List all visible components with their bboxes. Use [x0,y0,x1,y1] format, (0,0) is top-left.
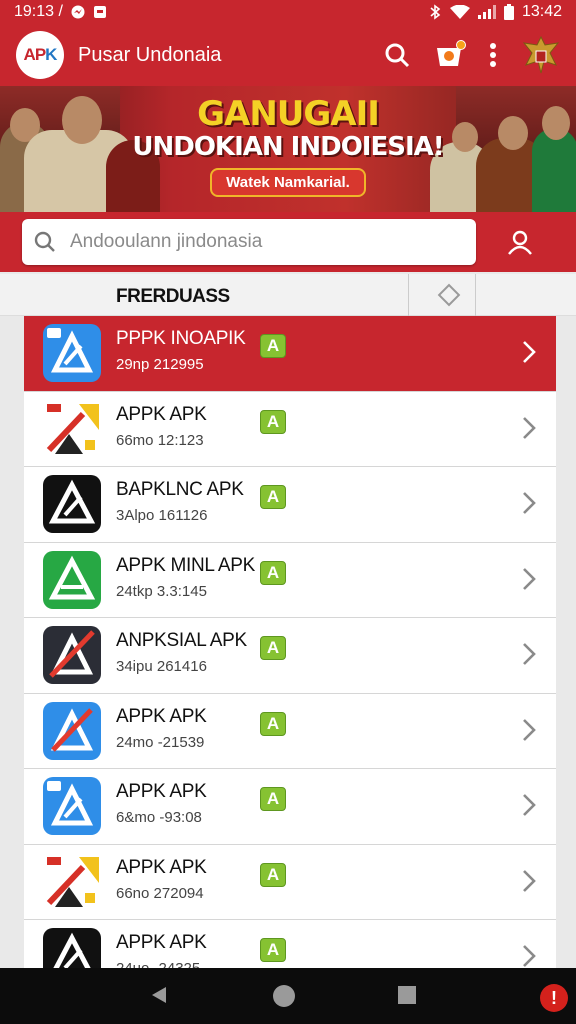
user-icon [508,230,532,255]
status-bar: 19:13 / 13:42 [0,0,576,24]
signal-icon [477,5,496,19]
app-meta: 24tkp 3.3:145 [116,582,207,600]
battery-icon [503,4,514,20]
app-list-item[interactable]: BAPKLNC APK 3Alpo 161126 A [24,467,556,543]
app-bar: AP K Pusar Undonaia [0,24,576,86]
search-icon [34,231,55,252]
app-meta: 29np 212995 [116,356,204,373]
app-meta: 24mo -21539 [116,733,205,751]
app-rating-badge: A [260,711,286,736]
app-name: APPK APK [116,403,207,425]
shopping-bag-button[interactable] [434,40,466,70]
section-header: FRERDUASS [0,274,576,316]
app-list-item[interactable]: APPK APK 66mo 12:123 A [24,391,556,467]
app-name: APPK APK [116,705,207,727]
chevron-right-icon[interactable] [518,414,540,442]
app-list-item[interactable]: APPK APK 24uo -24325 A [24,920,556,968]
app-list-item[interactable]: APPK APK 66no 272094 A [24,844,556,920]
app-list-item[interactable]: APPK MINL APK 24tkp 3.3:145 A [24,542,556,618]
garuda-emblem-icon [522,35,560,75]
chevron-right-icon[interactable] [518,489,540,517]
app-rating-badge: A [260,485,286,509]
app-meta: 66mo 12:123 [116,431,204,449]
app-rating-badge: A [260,409,286,434]
section-title: FRERDUASS [116,286,230,307]
app-icon [43,475,101,534]
app-title: Pusar Undonaia [78,43,222,66]
bluetooth-icon [428,4,442,20]
account-button[interactable] [500,224,540,260]
app-name: APPK MINL APK [116,554,256,576]
app-meta: 24uo -24325 [116,960,207,968]
app-list-item[interactable]: APPK APK 6&mo -93:08 A [24,769,556,845]
app-meta: 66no 272094 [116,884,204,902]
promo-banner[interactable]: GANUGAII UNDOKIAN INDOIESIA! Watek Namka… [0,86,576,212]
search-input[interactable] [70,231,450,253]
app-rating-badge: A [260,560,286,585]
chevron-right-icon[interactable] [518,867,540,895]
banner-subheadline: UNDOKIAN INDOIESIA! [132,132,444,162]
app-rating-badge: A [260,334,286,358]
app-logo[interactable]: AP K [16,31,64,79]
app-meta: 6&mo -93:08 [116,809,202,826]
logo-text: AP [23,45,47,64]
wifi-icon [449,5,470,19]
app-icon [43,399,101,458]
app-rating-badge: A [260,938,286,962]
search-icon [385,43,410,68]
app-name: PPPK INOAPIK [116,328,246,349]
alert-button[interactable]: ! [540,984,568,1012]
chevron-right-icon[interactable] [518,716,540,744]
section-divider [475,274,476,316]
chevron-right-icon[interactable] [518,791,540,819]
search-box[interactable] [22,219,476,265]
app-icon [43,324,101,383]
banner-cta-button[interactable]: Watek Namkarial. [210,168,366,197]
chevron-right-icon[interactable] [518,942,540,968]
status-time-left: 19:13 / [14,3,63,20]
app-icon [43,550,101,609]
app-icon [43,701,101,760]
app-name: APPK APK [116,932,207,953]
status-time-right: 13:42 [521,3,562,20]
filter-diamond-icon[interactable] [437,283,461,307]
app-rating-badge: A [260,862,286,887]
notification-icon [93,5,107,19]
app-list-item[interactable]: PPPK INOAPIK 29np 212995 A [24,316,556,392]
app-icon [43,852,101,911]
banner-headline: GANUGAII [197,94,380,134]
app-name: APPK APK [116,781,207,802]
messenger-icon [71,5,85,19]
search-bar [0,212,576,272]
app-meta: 34ipu 261416 [116,658,207,675]
app-list-item[interactable]: APPK APK 24mo -21539 A [24,693,556,769]
system-nav-bar: ! [0,968,576,1024]
app-list-item[interactable]: ANPKSIAL APK 34ipu 261416 A [24,618,556,694]
app-name: APPK APK [116,856,207,878]
chevron-right-icon[interactable] [518,565,540,593]
app-icon [43,928,101,968]
app-rating-badge: A [260,787,286,811]
app-list: PPPK INOAPIK 29np 212995 A APPK APK 66mo 12:… [24,316,556,968]
more-vert-icon [490,43,496,67]
home-button[interactable] [272,984,296,1008]
logo-text-accent: K [45,45,57,64]
back-button[interactable] [148,984,172,1008]
more-options-button[interactable] [486,40,500,70]
recents-icon [398,986,416,1004]
chevron-right-icon[interactable] [518,640,540,668]
chevron-right-icon[interactable] [518,338,540,366]
search-button[interactable] [382,40,412,70]
section-divider [408,274,409,316]
app-name: BAPKLNC APK [116,479,244,500]
back-icon [152,987,166,1003]
app-rating-badge: A [260,636,286,660]
recents-button[interactable] [396,984,420,1008]
app-name: ANPKSIAL APK [116,630,247,651]
app-icon [43,626,101,685]
app-icon [43,777,101,836]
cart-badge [456,40,466,50]
app-meta: 3Alpo 161126 [116,507,208,524]
home-icon [273,985,295,1007]
